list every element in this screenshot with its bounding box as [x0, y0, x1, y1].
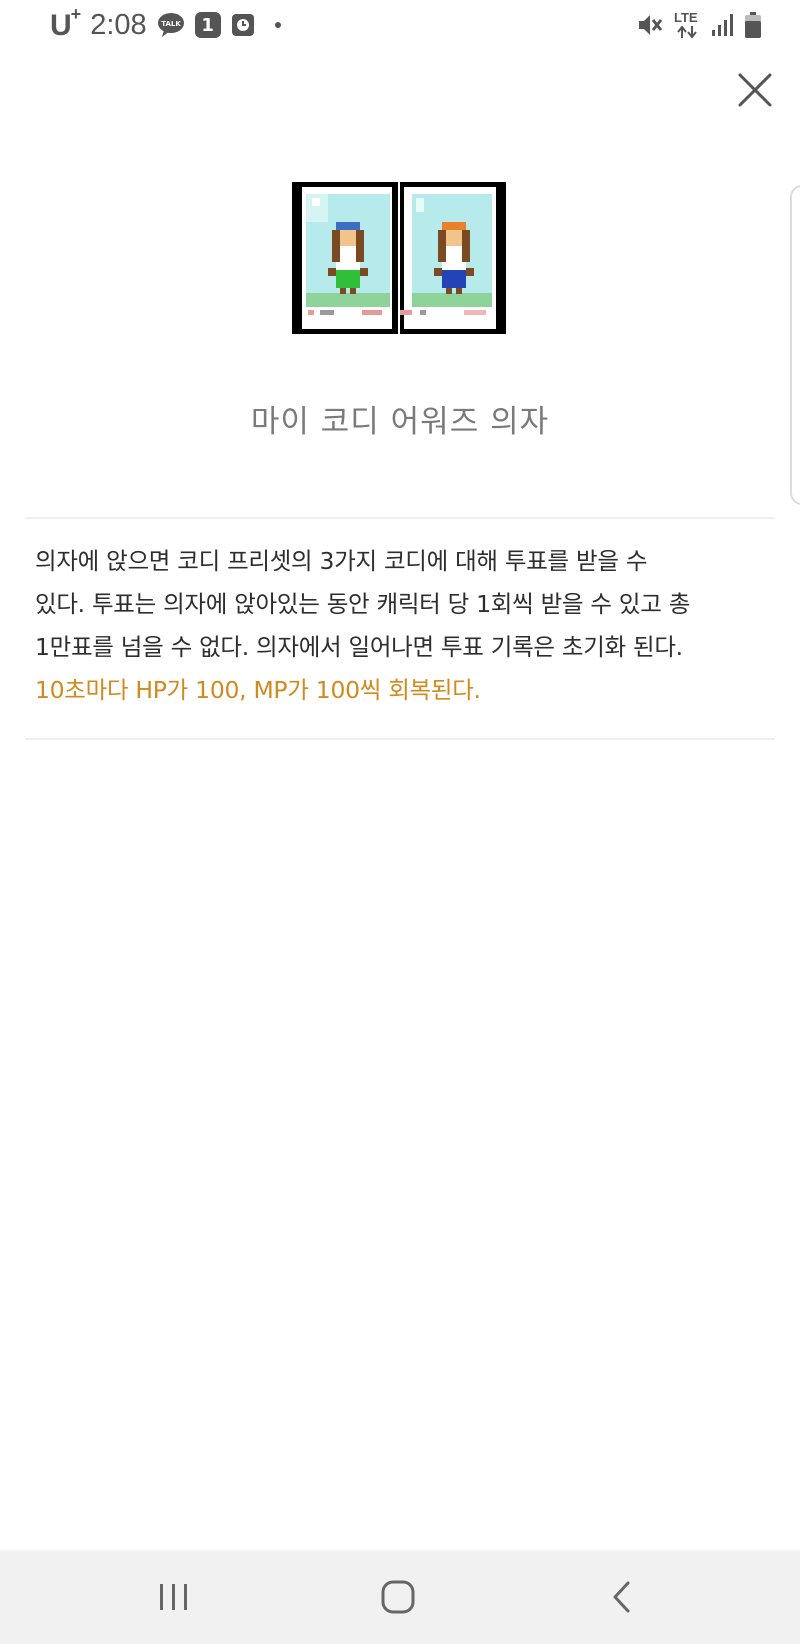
item-title: 마이 코디 어워즈 의자 — [250, 404, 550, 440]
mute-icon — [639, 15, 663, 35]
close-button[interactable] — [735, 70, 775, 110]
recents-button[interactable] — [149, 1572, 199, 1622]
status-right: LTE — [636, 8, 762, 42]
chair-illustration — [292, 182, 506, 334]
back-button[interactable] — [597, 1572, 647, 1622]
status-left: U+ 2:08 TALK 1 — [50, 3, 281, 44]
divider — [25, 517, 775, 519]
kakaotalk-icon: TALK — [157, 13, 184, 37]
home-button[interactable] — [373, 1572, 423, 1622]
carrier-label: U+ — [50, 3, 81, 42]
home-icon — [381, 1580, 415, 1614]
more-notifications-dot — [274, 22, 281, 28]
divider — [25, 738, 775, 740]
battery-icon — [745, 12, 761, 38]
description-line: 의자에 앉으면 코디 프리셋의 3가지 코디에 대해 투표를 받을 수 — [35, 547, 648, 575]
close-icon — [738, 73, 772, 107]
description-line: 1만표를 넘을 수 없다. 의자에서 일어나면 투표 기록은 초기화 된다. — [35, 633, 683, 661]
item-effect-text: 10초마다 HP가 100, MP가 100씩 회복된다. — [35, 676, 481, 704]
side-panel-tab[interactable] — [790, 185, 800, 505]
lte-icon: LTE — [674, 10, 700, 40]
item-description: 의자에 앉으면 코디 프리셋의 3가지 코디에 대해 투표를 받을 수 있다. … — [35, 540, 765, 712]
notification-count-badge: 1 — [194, 12, 221, 38]
clock: 2:08 — [90, 8, 147, 41]
signal-icon — [712, 14, 733, 36]
recents-icon — [160, 1584, 187, 1610]
svg-text:TALK: TALK — [161, 20, 181, 28]
status-bar: U+ 2:08 TALK 1 LTE — [0, 0, 800, 50]
description-line: 있다. 투표는 의자에 앉아있는 동안 캐릭터 당 1회씩 받을 수 있고 총 — [35, 590, 691, 618]
navigation-bar — [0, 1550, 800, 1644]
back-icon — [613, 1581, 630, 1613]
clock-app-icon — [231, 14, 254, 36]
